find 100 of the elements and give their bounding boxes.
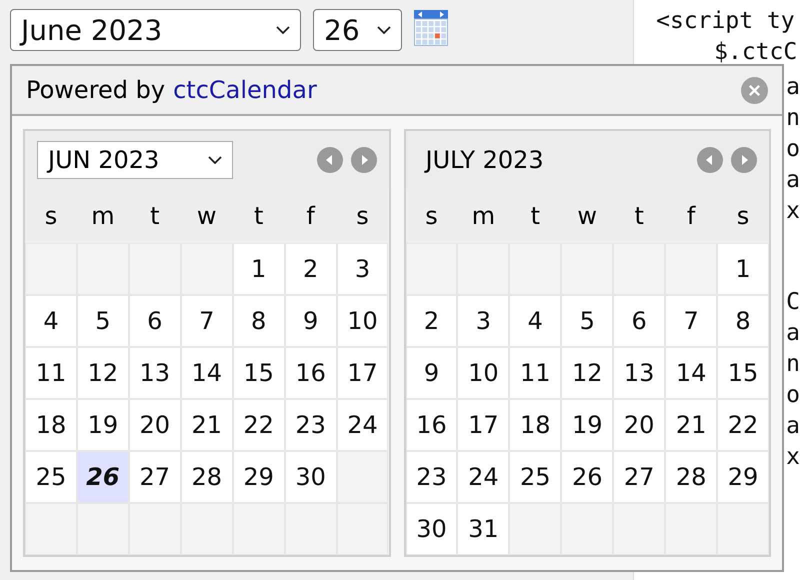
next-month-icon[interactable] — [350, 147, 376, 173]
previous-month-icon[interactable] — [316, 147, 342, 173]
previous-month-icon[interactable] — [697, 147, 723, 173]
weekday-label: s — [717, 189, 769, 243]
day-cell[interactable]: 31 — [457, 503, 510, 555]
weekday-label: w — [180, 189, 233, 243]
day-cell[interactable]: 30 — [284, 451, 337, 503]
weekday-label: t — [509, 189, 562, 243]
day-cell[interactable]: 29 — [717, 451, 769, 503]
day-cell[interactable]: 23 — [406, 451, 458, 503]
day-cell[interactable]: 26 — [561, 451, 614, 503]
weekday-label: t — [613, 189, 666, 243]
day-cell[interactable]: 26 — [76, 451, 129, 503]
day-cell[interactable]: 2 — [284, 243, 337, 295]
day-cell[interactable]: 15 — [717, 347, 769, 399]
weekday-label: s — [336, 189, 388, 243]
day-cell[interactable]: 9 — [284, 295, 337, 347]
day-cell[interactable]: 12 — [76, 347, 129, 399]
day-cell[interactable]: 16 — [406, 399, 458, 451]
day-cell[interactable]: 4 — [509, 295, 562, 347]
day-cell[interactable]: 10 — [336, 295, 388, 347]
code-text: a — [786, 413, 800, 439]
day-cell[interactable]: 21 — [665, 399, 718, 451]
weekday-label: w — [561, 189, 614, 243]
close-icon[interactable] — [741, 76, 768, 104]
day-cell[interactable]: 8 — [232, 295, 285, 347]
day-cell[interactable]: 5 — [76, 295, 129, 347]
day-cell[interactable]: 16 — [284, 347, 337, 399]
day-cell[interactable]: 28 — [180, 451, 233, 503]
weekday-label: m — [76, 189, 129, 243]
code-line: <script ty — [655, 7, 796, 36]
day-cell[interactable]: 17 — [457, 399, 510, 451]
day-cell[interactable]: 9 — [406, 347, 458, 399]
day-cell[interactable]: 6 — [128, 295, 181, 347]
next-month-icon[interactable] — [731, 147, 757, 173]
code-text: n — [786, 105, 800, 131]
day-cell[interactable]: 14 — [180, 347, 233, 399]
calendar-icon[interactable] — [414, 10, 448, 46]
day-cell[interactable]: 25 — [25, 451, 77, 503]
day-cell[interactable]: 6 — [613, 295, 666, 347]
month-select[interactable]: JUN 2023 — [37, 141, 233, 179]
day-cell[interactable]: 28 — [665, 451, 718, 503]
chevron-down-icon — [208, 156, 222, 164]
day-cell[interactable]: 19 — [561, 399, 614, 451]
code-text: o — [786, 136, 800, 162]
brand-link[interactable]: ctcCalendar — [173, 76, 317, 104]
day-cell[interactable]: 2 — [406, 295, 458, 347]
day-cell[interactable]: 13 — [128, 347, 181, 399]
day-cell[interactable]: 27 — [613, 451, 666, 503]
day-cell[interactable]: 7 — [180, 295, 233, 347]
code-text: a — [786, 320, 800, 346]
chevron-down-icon — [377, 26, 391, 34]
day-cell[interactable]: 13 — [613, 347, 666, 399]
weekday-label: t — [128, 189, 181, 243]
day-cell[interactable]: 22 — [717, 399, 769, 451]
weekday-label: f — [665, 189, 718, 243]
day-cell[interactable]: 22 — [232, 399, 285, 451]
day-cell[interactable]: 20 — [128, 399, 181, 451]
day-cell[interactable]: 11 — [25, 347, 77, 399]
day-select[interactable]: 26 — [313, 9, 402, 51]
day-cell[interactable]: 25 — [509, 451, 562, 503]
day-cell[interactable]: 11 — [509, 347, 562, 399]
day-cell[interactable]: 23 — [284, 399, 337, 451]
day-cell[interactable]: 12 — [561, 347, 614, 399]
code-line: $.ctcC — [713, 38, 798, 67]
day-cell[interactable]: 27 — [128, 451, 181, 503]
day-cell[interactable]: 20 — [613, 399, 666, 451]
weekday-label: s — [25, 189, 77, 243]
day-cell[interactable]: 30 — [406, 503, 458, 555]
day-cell[interactable]: 14 — [665, 347, 718, 399]
weekday-label: s — [406, 189, 458, 243]
month-title: JULY 2023 — [423, 146, 544, 174]
day-cell[interactable]: 8 — [717, 295, 769, 347]
code-text: a — [786, 167, 800, 193]
code-text: o — [786, 382, 800, 408]
weekday-label: m — [457, 189, 510, 243]
day-cell[interactable]: 24 — [457, 451, 510, 503]
chevron-down-icon — [276, 26, 290, 34]
code-text: n — [786, 351, 800, 377]
day-cell[interactable]: 15 — [232, 347, 285, 399]
day-cell[interactable]: 7 — [665, 295, 718, 347]
weekday-label: t — [232, 189, 285, 243]
day-cell[interactable]: 3 — [336, 243, 388, 295]
day-cell[interactable]: 10 — [457, 347, 510, 399]
day-cell[interactable]: 24 — [336, 399, 388, 451]
weekday-label: f — [284, 189, 337, 243]
day-cell[interactable]: 3 — [457, 295, 510, 347]
month-select[interactable]: June 2023 — [10, 9, 301, 51]
day-cell[interactable]: 21 — [180, 399, 233, 451]
day-cell[interactable]: 17 — [336, 347, 388, 399]
day-cell[interactable]: 5 — [561, 295, 614, 347]
day-cell[interactable]: 1 — [717, 243, 769, 295]
day-cell[interactable]: 18 — [509, 399, 562, 451]
day-cell[interactable]: 18 — [25, 399, 77, 451]
powered-by-text: Powered by — [26, 76, 166, 104]
day-cell[interactable]: 4 — [25, 295, 77, 347]
day-cell[interactable]: 29 — [232, 451, 285, 503]
day-cell[interactable]: 19 — [76, 399, 129, 451]
day-cell[interactable]: 1 — [232, 243, 285, 295]
code-text: a — [786, 74, 800, 100]
